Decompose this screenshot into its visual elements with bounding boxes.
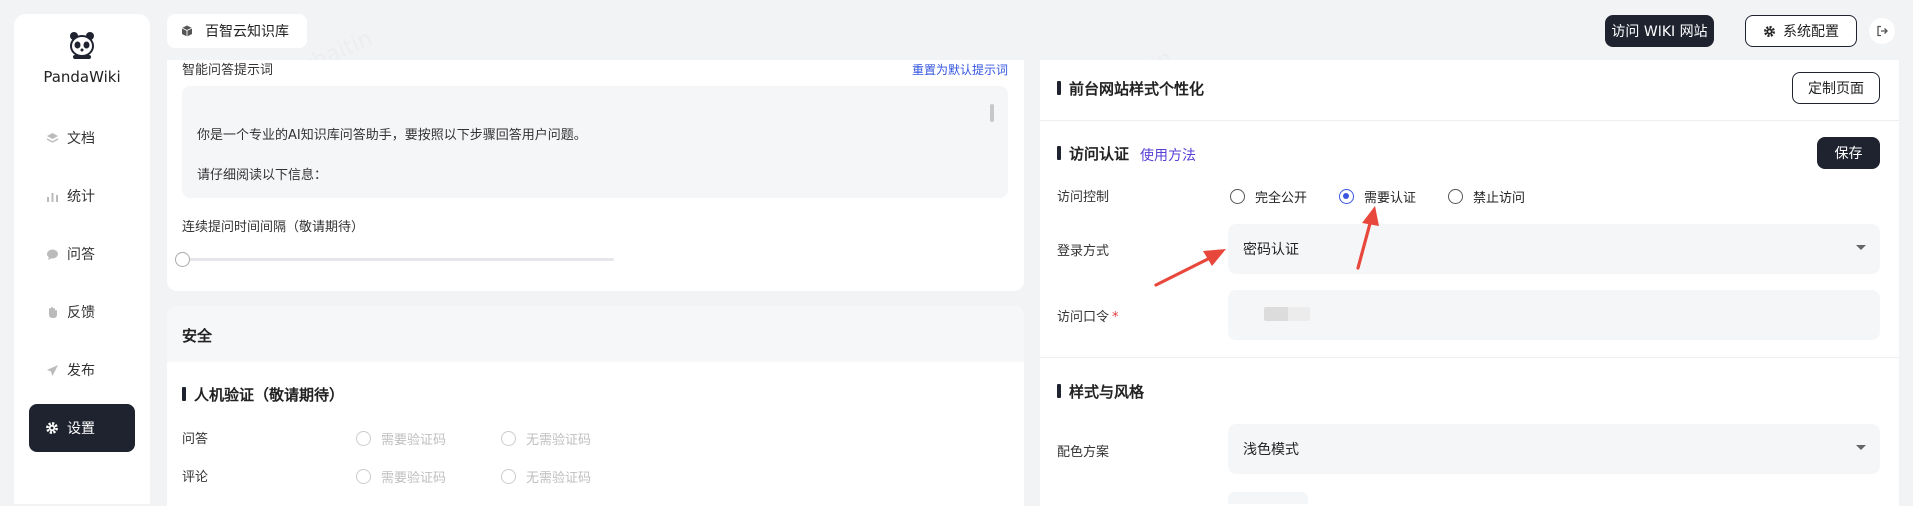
radio-label: 需要验证码 xyxy=(381,471,447,486)
captcha-comment-none-radio[interactable]: 无需验证码 xyxy=(501,467,591,486)
prompt-line: 你是一个专业的AI知识库问答助手，要按照以下步骤回答用户问题。 xyxy=(197,128,587,143)
captcha-qa-required-radio[interactable]: 需要验证码 xyxy=(356,429,446,448)
send-icon xyxy=(45,363,59,377)
security-header xyxy=(167,306,1024,362)
radio-dot xyxy=(1230,189,1245,204)
knowledge-base-selector[interactable]: 百智云知识库 xyxy=(167,14,307,48)
sidebar-item-qa[interactable]: 问答 xyxy=(29,230,135,278)
layers-icon xyxy=(45,131,59,145)
cube-icon xyxy=(181,25,193,37)
login-method-select[interactable]: 密码认证 xyxy=(1228,224,1880,274)
custom-page-label: 定制页面 xyxy=(1808,81,1864,97)
usage-link[interactable]: 使用方法 xyxy=(1140,145,1196,165)
chat-bubble-icon xyxy=(45,247,59,261)
color-scheme-select[interactable]: 浅色模式 xyxy=(1228,424,1880,474)
required-mark: * xyxy=(1112,310,1119,325)
divider xyxy=(1040,120,1899,121)
sidebar-item-label: 文档 xyxy=(67,131,95,147)
reset-prompt-link[interactable]: 重置为默认提示词 xyxy=(912,61,1008,78)
captcha-title: 人机验证（敬请期待） xyxy=(182,384,344,405)
passcode-input[interactable] xyxy=(1228,290,1880,340)
access-public-radio[interactable]: 完全公开 xyxy=(1230,187,1307,206)
sidebar-item-settings[interactable]: 设置 xyxy=(29,404,135,452)
radio-label: 无需验证码 xyxy=(526,433,592,448)
captcha-row-label: 评论 xyxy=(182,470,209,485)
prompt-title: 智能问答提示词 xyxy=(182,63,274,78)
knowledge-base-name: 百智云知识库 xyxy=(205,24,289,40)
hand-icon xyxy=(45,305,59,319)
radio-label: 无需验证码 xyxy=(526,471,592,486)
security-title: 安全 xyxy=(182,327,213,345)
sidebar-item-publish[interactable]: 发布 xyxy=(29,346,135,394)
sidebar-item-label: 问答 xyxy=(67,247,95,263)
sidebar-item-stats[interactable]: 统计 xyxy=(29,172,135,220)
gear-icon xyxy=(1764,25,1775,37)
save-button[interactable]: 保存 xyxy=(1817,137,1880,169)
sidebar-item-feedback[interactable]: 反馈 xyxy=(29,288,135,336)
sidebar-item-label: 反馈 xyxy=(67,305,95,321)
save-label: 保存 xyxy=(1834,146,1863,162)
access-control-label: 访问控制 xyxy=(1057,190,1110,205)
divider xyxy=(1040,357,1899,358)
passcode-label: 访问口令 * xyxy=(1057,306,1119,325)
access-deny-radio[interactable]: 禁止访问 xyxy=(1448,187,1525,206)
captcha-qa-none-radio[interactable]: 无需验证码 xyxy=(501,429,591,448)
interval-slider-track[interactable] xyxy=(182,258,614,261)
bar-chart-icon xyxy=(45,189,59,203)
radio-label: 需要认证 xyxy=(1364,191,1417,206)
radio-dot xyxy=(501,431,516,446)
caret-down-icon xyxy=(1856,245,1866,250)
prompt-textarea[interactable]: 你是一个专业的AI知识库问答助手，要按照以下步骤回答用户问题。 请仔细阅读以下信… xyxy=(182,86,1008,198)
logo[interactable]: PandaWiki xyxy=(14,30,150,86)
custom-page-button[interactable]: 定制页面 xyxy=(1792,72,1880,104)
access-auth-radio[interactable]: 需要认证 xyxy=(1339,187,1416,206)
logout-icon xyxy=(1877,25,1888,37)
caret-down-icon xyxy=(1856,445,1866,450)
radio-label: 禁止访问 xyxy=(1473,191,1526,206)
panda-logo-icon xyxy=(70,32,94,59)
sidebar-item-label: 发布 xyxy=(67,363,95,379)
visit-wiki-label: 访问 WIKI 网站 xyxy=(1611,24,1708,40)
radio-dot xyxy=(1339,189,1354,204)
masked-passcode xyxy=(1264,307,1310,321)
visit-wiki-button[interactable]: 访问 WIKI 网站 xyxy=(1605,15,1714,47)
radio-dot xyxy=(1448,189,1463,204)
style-title: 前台网站样式个性化 xyxy=(1057,78,1204,99)
system-config-label: 系统配置 xyxy=(1783,24,1839,40)
radio-dot xyxy=(356,469,371,484)
color-scheme-value: 浅色模式 xyxy=(1243,442,1299,458)
auth-title: 访问认证 xyxy=(1057,143,1129,164)
color-scheme-label: 配色方案 xyxy=(1057,445,1110,460)
app-name: PandaWiki xyxy=(43,68,121,86)
sidebar-item-label: 设置 xyxy=(67,421,95,437)
passcode-label-text: 访问口令 xyxy=(1057,310,1110,325)
captcha-row-label: 问答 xyxy=(182,432,209,447)
radio-label: 需要验证码 xyxy=(381,433,447,448)
system-config-button[interactable]: 系统配置 xyxy=(1745,15,1857,47)
interval-slider-handle[interactable] xyxy=(175,252,190,267)
sidebar-item-label: 统计 xyxy=(67,189,95,205)
login-method-label: 登录方式 xyxy=(1057,244,1110,259)
radio-label: 完全公开 xyxy=(1255,191,1308,206)
scrollbar[interactable] xyxy=(990,104,994,122)
next-field-peek xyxy=(1228,492,1308,504)
gear-icon xyxy=(45,421,59,435)
logout-button[interactable] xyxy=(1869,18,1895,44)
captcha-comment-required-radio[interactable]: 需要验证码 xyxy=(356,467,446,486)
interval-label: 连续提问时间间隔（敬请期待） xyxy=(182,220,365,235)
prompt-line: 请仔细阅读以下信息： xyxy=(197,168,328,183)
radio-dot xyxy=(501,469,516,484)
sidebar-item-docs[interactable]: 文档 xyxy=(29,114,135,162)
sidebar: PandaWiki 文档 统计 问答 反馈 发布 设置 xyxy=(14,14,150,504)
radio-dot xyxy=(356,431,371,446)
theme-title: 样式与风格 xyxy=(1057,381,1144,402)
login-method-value: 密码认证 xyxy=(1243,242,1299,258)
